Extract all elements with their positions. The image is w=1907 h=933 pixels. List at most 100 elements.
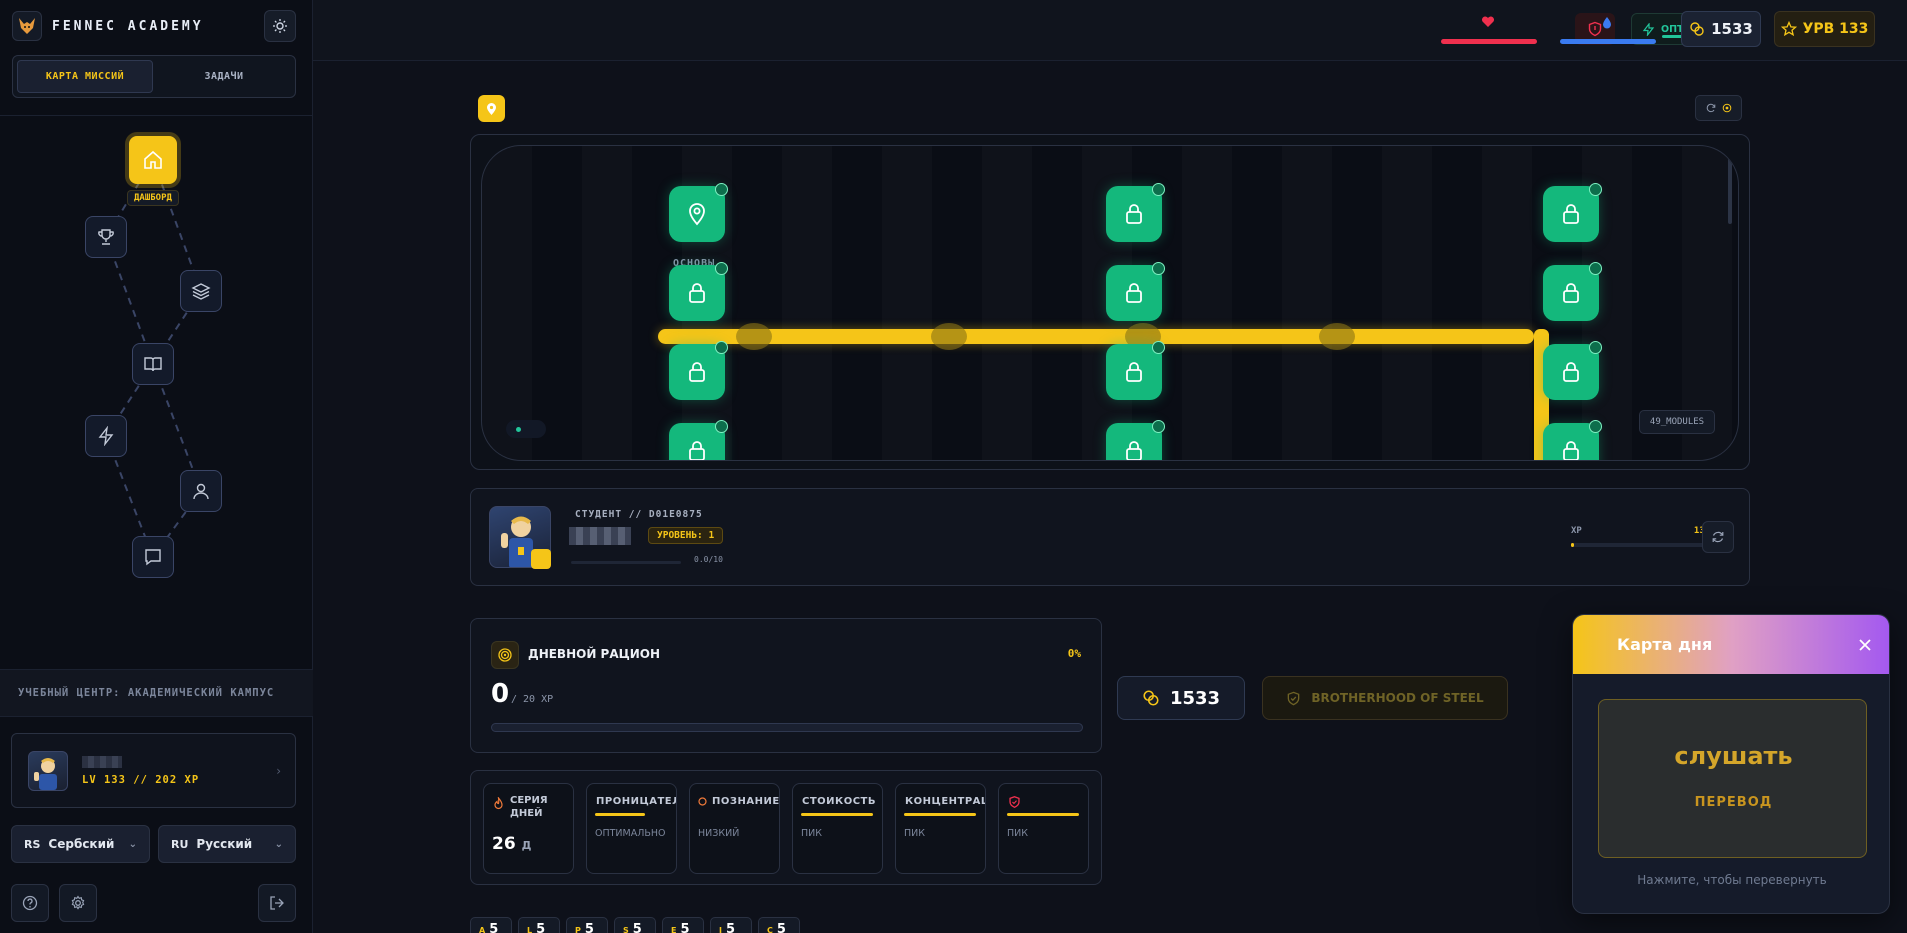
theme-toggle-button[interactable] <box>264 10 296 42</box>
flashcard[interactable]: слушать ПЕРЕВОД <box>1598 699 1867 858</box>
mission-node-locked[interactable] <box>1543 341 1602 400</box>
flame-icon <box>494 797 503 810</box>
check-icon <box>1589 262 1602 275</box>
coins-card-value: 1533 <box>1169 687 1221 709</box>
modules-count-badge: 49_MODULES <box>1639 410 1715 434</box>
nav-achievements-button[interactable] <box>85 216 127 258</box>
help-button[interactable] <box>11 884 49 922</box>
student-name-redacted <box>569 527 631 545</box>
map-view-controls[interactable] <box>1695 95 1742 121</box>
lock-icon <box>1126 441 1142 460</box>
coins-counter[interactable]: 1533 <box>1681 11 1761 47</box>
coins-value: 1533 <box>1711 20 1753 38</box>
stat-bar <box>904 813 976 816</box>
health-bar <box>1441 39 1537 44</box>
mission-node-locked[interactable] <box>1106 341 1165 400</box>
target-icon <box>491 641 519 669</box>
check-icon <box>1152 183 1165 196</box>
help-icon <box>22 895 38 911</box>
special-stats: A5L5P5S5E5I5C5 <box>470 917 800 933</box>
logout-icon <box>270 896 284 910</box>
mission-node-locked[interactable] <box>1543 420 1602 460</box>
drop-icon <box>1603 17 1611 29</box>
special-stat-value: 5 <box>680 922 690 933</box>
status-dot <box>516 426 521 432</box>
nav-chat-button[interactable] <box>132 536 174 578</box>
daily-ration-title: ДНЕВНОЙ РАЦИОН <box>528 647 661 661</box>
level-counter[interactable]: УРВ 133 <box>1774 11 1875 47</box>
refresh-button[interactable] <box>1702 521 1734 553</box>
check-icon <box>1152 420 1165 433</box>
mission-map-canvas[interactable]: ОСНОВЫ 49_MODULES <box>481 145 1739 461</box>
shield-icon <box>1009 796 1020 808</box>
card-of-day-panel: Карта дня слушать ПЕРЕВОД Нажмите, чтобы… <box>1572 614 1890 914</box>
brand[interactable]: FENNEC ACADEMY <box>12 10 204 42</box>
check-icon <box>1589 183 1602 196</box>
student-progress-text: 0.0/10 <box>694 555 723 564</box>
special-stat-value: 5 <box>489 922 499 933</box>
stat-title: КОНЦЕНТРАЦИЯ <box>905 796 985 807</box>
stat-title: СТОЙКОСТЬ <box>802 796 876 807</box>
nav-library-button[interactable] <box>132 343 174 385</box>
nav-profile-button[interactable] <box>180 470 222 512</box>
settings-button[interactable] <box>59 884 97 922</box>
flip-hint: Нажмите, чтобы перевернуть <box>1637 873 1827 887</box>
student-id: СТУДЕНТ // D01E0875 <box>575 509 703 520</box>
path-waypoint <box>931 323 967 350</box>
language-code: RS <box>24 837 41 851</box>
special-stat-value: 5 <box>584 922 594 933</box>
stat-bar <box>801 813 873 816</box>
mission-node-locked[interactable] <box>1543 183 1602 242</box>
gear-icon <box>71 895 85 910</box>
locate-button[interactable] <box>478 95 505 122</box>
xp-label: XP <box>1571 526 1582 536</box>
tab-tasks[interactable]: ЗАДАЧИ <box>157 60 291 93</box>
target-language-select[interactable]: RU Русский ⌄ <box>158 825 296 863</box>
faction-label: BROTHERHOOD OF STEEL <box>1311 691 1484 705</box>
special-stat-chip: C5 <box>758 917 800 933</box>
mana-bar <box>1560 39 1656 44</box>
brain-icon <box>698 797 707 806</box>
mission-node-locked[interactable] <box>669 341 728 400</box>
coins-icon <box>1143 690 1159 706</box>
profile-name-redacted <box>82 755 122 768</box>
flashcard-word: слушать <box>1674 742 1793 770</box>
progress-path <box>658 329 1534 344</box>
mission-node-locked[interactable] <box>1106 420 1165 460</box>
star-icon <box>1780 21 1797 37</box>
heart-icon <box>1481 16 1495 27</box>
daily-ration-card: ДНЕВНОЙ РАЦИОН 0% 0 / 20 XP <box>470 618 1102 753</box>
nav-dashboard-button[interactable] <box>129 136 177 184</box>
tab-mission-map[interactable]: КАРТА МИССИЙ <box>17 60 153 93</box>
xp-bar <box>1571 543 1721 547</box>
layers-icon <box>191 283 211 300</box>
faction-card[interactable]: BROTHERHOOD OF STEEL <box>1262 676 1508 720</box>
source-language-select[interactable]: RS Сербский ⌄ <box>11 825 150 863</box>
mission-node-locked[interactable] <box>1543 262 1602 321</box>
mission-node-locked[interactable] <box>669 262 728 321</box>
health-meter <box>1441 16 1537 44</box>
special-stat-value: 5 <box>632 922 642 933</box>
xp-bar-fill <box>1571 543 1574 547</box>
close-button[interactable] <box>1853 633 1877 657</box>
level-value: УРВ 133 <box>1802 21 1869 37</box>
trophy-icon <box>98 229 114 245</box>
map-scrollbar[interactable] <box>1728 158 1732 224</box>
nav-modules-button[interactable] <box>180 270 222 312</box>
nav-quick-practice-button[interactable] <box>85 415 127 457</box>
logout-button[interactable] <box>258 884 296 922</box>
mission-node-basics[interactable] <box>669 183 728 242</box>
special-stat-letter: I <box>719 926 722 933</box>
close-icon <box>1859 639 1871 651</box>
mission-node-locked[interactable] <box>1106 262 1165 321</box>
mission-node-locked[interactable] <box>669 420 728 460</box>
vault-boy-icon <box>34 757 57 790</box>
profile-card[interactable]: LV 133 // 202 XP › <box>11 733 296 808</box>
special-stat-value: 5 <box>725 922 736 933</box>
mission-node-locked[interactable] <box>1106 183 1165 242</box>
map-minimap-indicator[interactable] <box>506 420 546 438</box>
check-icon <box>715 420 728 433</box>
streak-title: СЕРИЯ ДНЕЙ <box>510 795 548 819</box>
nav-dashboard-label: ДАШБОРД <box>127 190 179 206</box>
lock-icon <box>1126 204 1142 224</box>
